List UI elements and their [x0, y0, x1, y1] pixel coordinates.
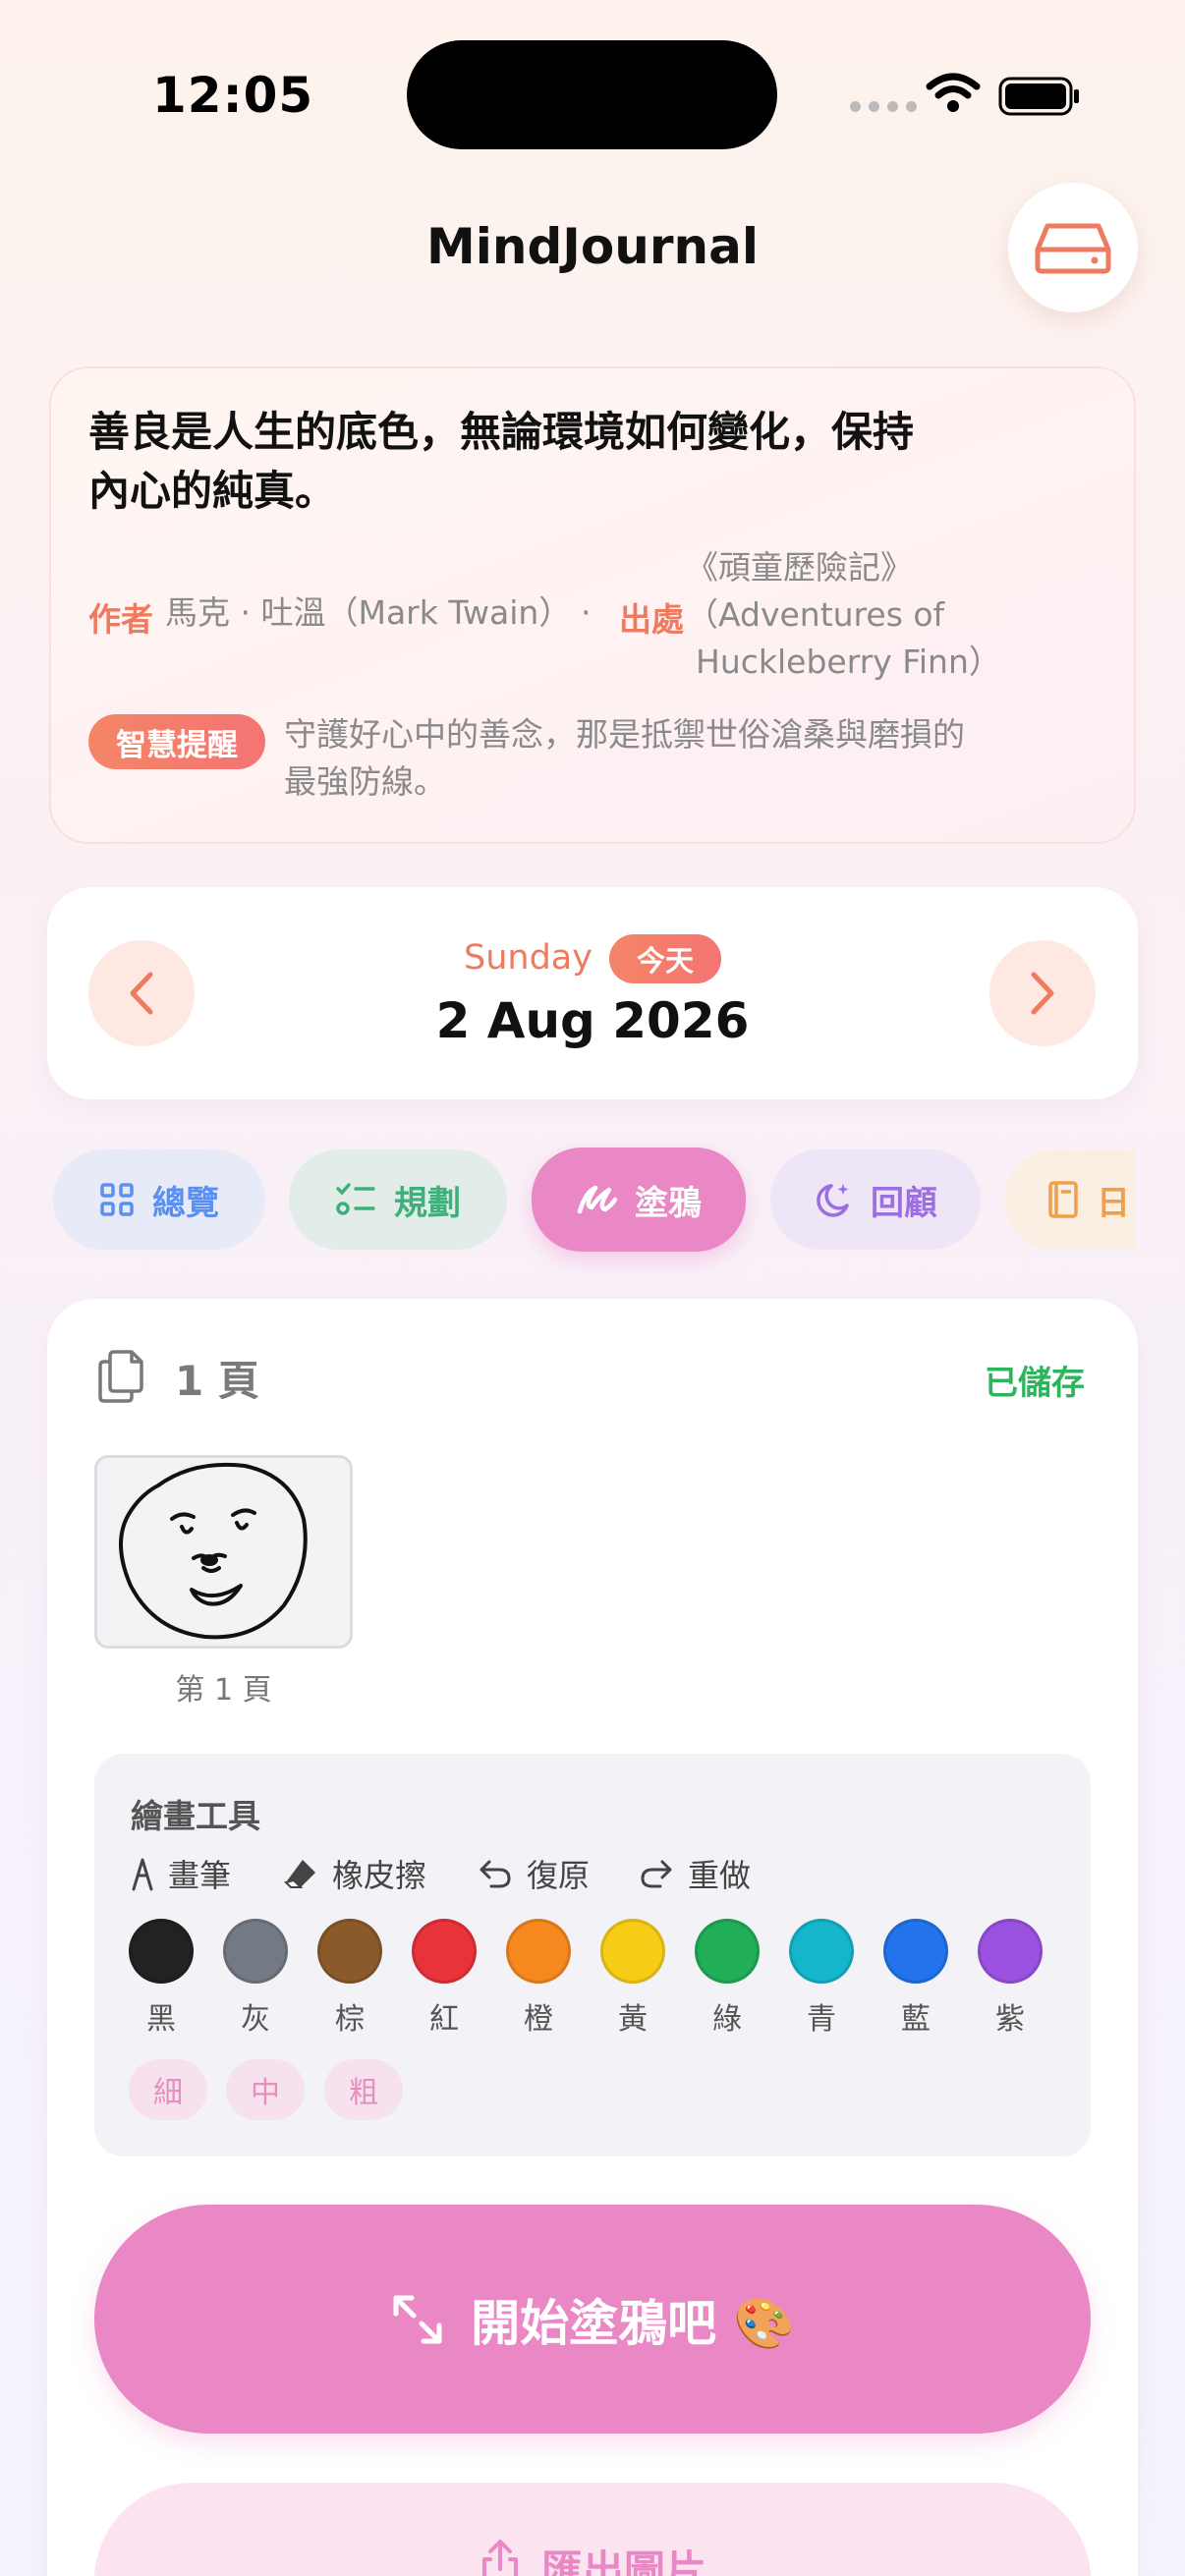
- stroke-size-thin[interactable]: 細: [129, 2059, 207, 2120]
- color-swatch-gray[interactable]: [223, 1919, 288, 1984]
- page-count: 1 頁: [175, 1357, 259, 1405]
- eraser-tool-button[interactable]: 橡皮擦: [283, 1851, 426, 1896]
- stroke-size-medium[interactable]: 中: [226, 2059, 305, 2120]
- color-swatch-blue[interactable]: [883, 1919, 948, 1984]
- scribble-icon: [577, 1185, 617, 1214]
- color-label: 藍: [901, 2002, 931, 2037]
- tools-title: 繪畫工具: [131, 1797, 260, 1835]
- tab-label: 回顧: [871, 1183, 937, 1223]
- hard-drive-icon: [1035, 223, 1111, 274]
- wifi-icon: [926, 73, 981, 112]
- current-date: 2 Aug 2026: [435, 992, 750, 1049]
- pages-icon: [98, 1350, 143, 1403]
- checklist-icon: [336, 1183, 375, 1215]
- book-icon: [1048, 1181, 1078, 1218]
- pen-tool-button[interactable]: 畫筆: [131, 1851, 231, 1896]
- color-swatch-purple[interactable]: [978, 1919, 1043, 1984]
- author-name: 馬克 · 吐溫（Mark Twain）: [165, 593, 572, 632]
- undo-icon: [480, 1860, 511, 1888]
- today-badge: 今天: [609, 934, 721, 983]
- source-label: 出處: [619, 600, 684, 639]
- redo-button[interactable]: 重做: [639, 1851, 751, 1896]
- color-swatch-green[interactable]: [695, 1919, 760, 1984]
- color-label: 黑: [146, 2002, 176, 2037]
- export-image-button[interactable]: 匯出圖片: [94, 2483, 1091, 2576]
- page-thumbnail[interactable]: [94, 1455, 353, 1649]
- color-swatch-brown[interactable]: [317, 1919, 382, 1984]
- tab-review[interactable]: 回顧: [770, 1149, 981, 1250]
- color-label: 紫: [995, 2002, 1025, 2037]
- eraser-icon: [284, 1860, 315, 1888]
- ai-reminder-text: 守護好心中的善念，那是抵禦世俗滄桑與磨損的 最強防線。: [284, 715, 965, 801]
- eraser-tool-label: 橡皮擦: [332, 1857, 427, 1894]
- expand-arrows-icon: [393, 2295, 442, 2343]
- color-swatch-orange[interactable]: [506, 1919, 571, 1984]
- color-swatch-yellow[interactable]: [600, 1919, 665, 1984]
- doodle-face-drawing: [119, 1462, 308, 1640]
- tab-label: 總覽: [152, 1183, 219, 1223]
- color-label: 灰: [241, 2002, 270, 2037]
- ai-reminder-badge: 智慧提醒: [88, 714, 265, 769]
- share-icon: [481, 2540, 518, 2576]
- source-title: 《頑童歷險記》 （Adventures of Huckleberry Finn）: [686, 548, 1001, 681]
- color-swatch-cyan[interactable]: [789, 1919, 854, 1984]
- day-name: Sunday: [464, 938, 592, 978]
- quote-text: 善良是人生的底色，無論環境如何變化，保持 內心的純真。: [88, 408, 915, 515]
- color-label: 青: [807, 2002, 836, 2037]
- redo-label: 重做: [688, 1857, 752, 1894]
- start-doodle-label: 開始塗鴉吧 🎨: [471, 2294, 795, 2352]
- meta-separator: ·: [581, 593, 592, 632]
- tab-doodle[interactable]: 塗鴉: [532, 1148, 746, 1252]
- tab-label: 日: [1097, 1183, 1130, 1223]
- color-swatch-black[interactable]: [129, 1919, 194, 1984]
- pen-nib-icon: [132, 1858, 153, 1891]
- author-label: 作者: [88, 600, 153, 639]
- tab-label: 規劃: [394, 1183, 461, 1223]
- color-swatch-red[interactable]: [412, 1919, 477, 1984]
- storage-button[interactable]: [1008, 183, 1138, 312]
- color-label: 紅: [429, 2002, 459, 2037]
- dynamic-island: [407, 40, 777, 149]
- redo-icon: [641, 1860, 672, 1888]
- tab-overview[interactable]: 總覽: [53, 1149, 265, 1250]
- stroke-size-thick[interactable]: 粗: [324, 2059, 403, 2120]
- pen-tool-label: 畫筆: [168, 1857, 232, 1894]
- color-label: 橙: [524, 2002, 553, 2037]
- saved-status: 已儲存: [985, 1364, 1085, 1403]
- signal-dots-icon: [850, 101, 917, 112]
- grid-icon: [100, 1183, 134, 1216]
- undo-button[interactable]: 復原: [478, 1851, 590, 1896]
- color-label: 黃: [618, 2002, 648, 2037]
- moon-stars-icon: [817, 1184, 849, 1217]
- color-label: 綠: [712, 2002, 742, 2037]
- tab-label: 塗鴉: [635, 1183, 702, 1223]
- start-doodle-button[interactable]: 開始塗鴉吧 🎨: [94, 2205, 1091, 2434]
- color-label: 棕: [335, 2002, 365, 2037]
- undo-label: 復原: [527, 1857, 591, 1894]
- status-time: 12:05: [152, 67, 314, 124]
- export-image-label: 匯出圖片: [540, 2547, 706, 2576]
- tab-diary[interactable]: 日: [1004, 1149, 1136, 1250]
- tab-planning[interactable]: 規劃: [289, 1149, 507, 1250]
- page-thumbnail-label: 第 1 頁: [175, 1673, 272, 1708]
- battery-icon: [998, 77, 1079, 116]
